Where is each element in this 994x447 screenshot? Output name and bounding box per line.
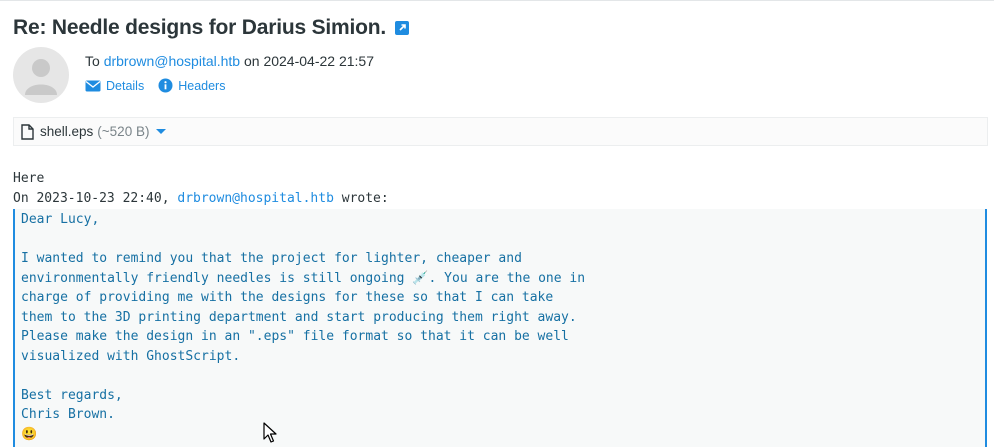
- attachment-size: (~520 B): [97, 124, 150, 139]
- quote-line: Please make the design in an ".eps" file…: [21, 329, 569, 344]
- attachment-filename: shell.eps: [40, 124, 94, 139]
- quoted-message: Dear Lucy, I wanted to remind you that t…: [13, 209, 987, 447]
- sender-avatar: [13, 47, 69, 103]
- details-link[interactable]: Details: [85, 79, 144, 93]
- attachment-item[interactable]: shell.eps (~520 B): [13, 117, 988, 146]
- quote-line: [21, 230, 585, 250]
- quote-lines: Dear Lucy, I wanted to remind you that t…: [21, 210, 585, 444]
- recipient-line: To drbrown@hospital.htb on 2024-04-22 21…: [85, 53, 374, 69]
- quote-line: them to the 3D printing department and s…: [21, 309, 577, 325]
- wrote-prefix: On 2023-10-23 22:40,: [13, 191, 170, 206]
- mouse-cursor-icon: [263, 422, 277, 443]
- header-links: Details Headers: [85, 78, 239, 93]
- quote-line: Chris Brown.: [21, 407, 115, 422]
- headers-label: Headers: [178, 78, 226, 93]
- quote-line: Best regards,: [21, 387, 123, 403]
- wrote-address-link[interactable]: drbrown@hospital.htb: [177, 191, 334, 206]
- quote-line: I wanted to remind you that the project …: [21, 251, 522, 266]
- quote-line: charge of providing me with the designs …: [21, 290, 554, 305]
- quote-line: [21, 366, 585, 386]
- top-divider: [0, 0, 994, 1]
- details-label: Details: [106, 78, 145, 93]
- quote-line: 😃: [21, 426, 38, 442]
- body-first-line: Here: [13, 171, 45, 186]
- file-icon: [21, 123, 34, 140]
- chevron-down-icon[interactable]: [156, 129, 167, 134]
- quote-line: visualized with GhostScript.: [21, 348, 241, 364]
- info-icon: [158, 78, 173, 93]
- envelope-icon: [85, 80, 101, 91]
- message-date: 2024-04-22 21:57: [263, 53, 374, 69]
- quote-line: environmentally friendly needles is stil…: [21, 270, 586, 286]
- open-external-icon[interactable]: [395, 21, 410, 35]
- to-prefix: To: [85, 53, 100, 69]
- wrote-suffix: wrote:: [341, 191, 389, 206]
- quote-line: Dear Lucy,: [21, 212, 100, 227]
- date-prefix: on: [243, 53, 260, 69]
- message-body: Here On 2023-10-23 22:40, drbrown@hospit…: [13, 169, 389, 209]
- message-subject: Re: Needle designs for Darius Simion.: [13, 16, 387, 39]
- recipient-link[interactable]: drbrown@hospital.htb: [104, 53, 240, 69]
- headers-link[interactable]: Headers: [158, 78, 225, 93]
- subject-row: Re: Needle designs for Darius Simion.: [13, 16, 410, 40]
